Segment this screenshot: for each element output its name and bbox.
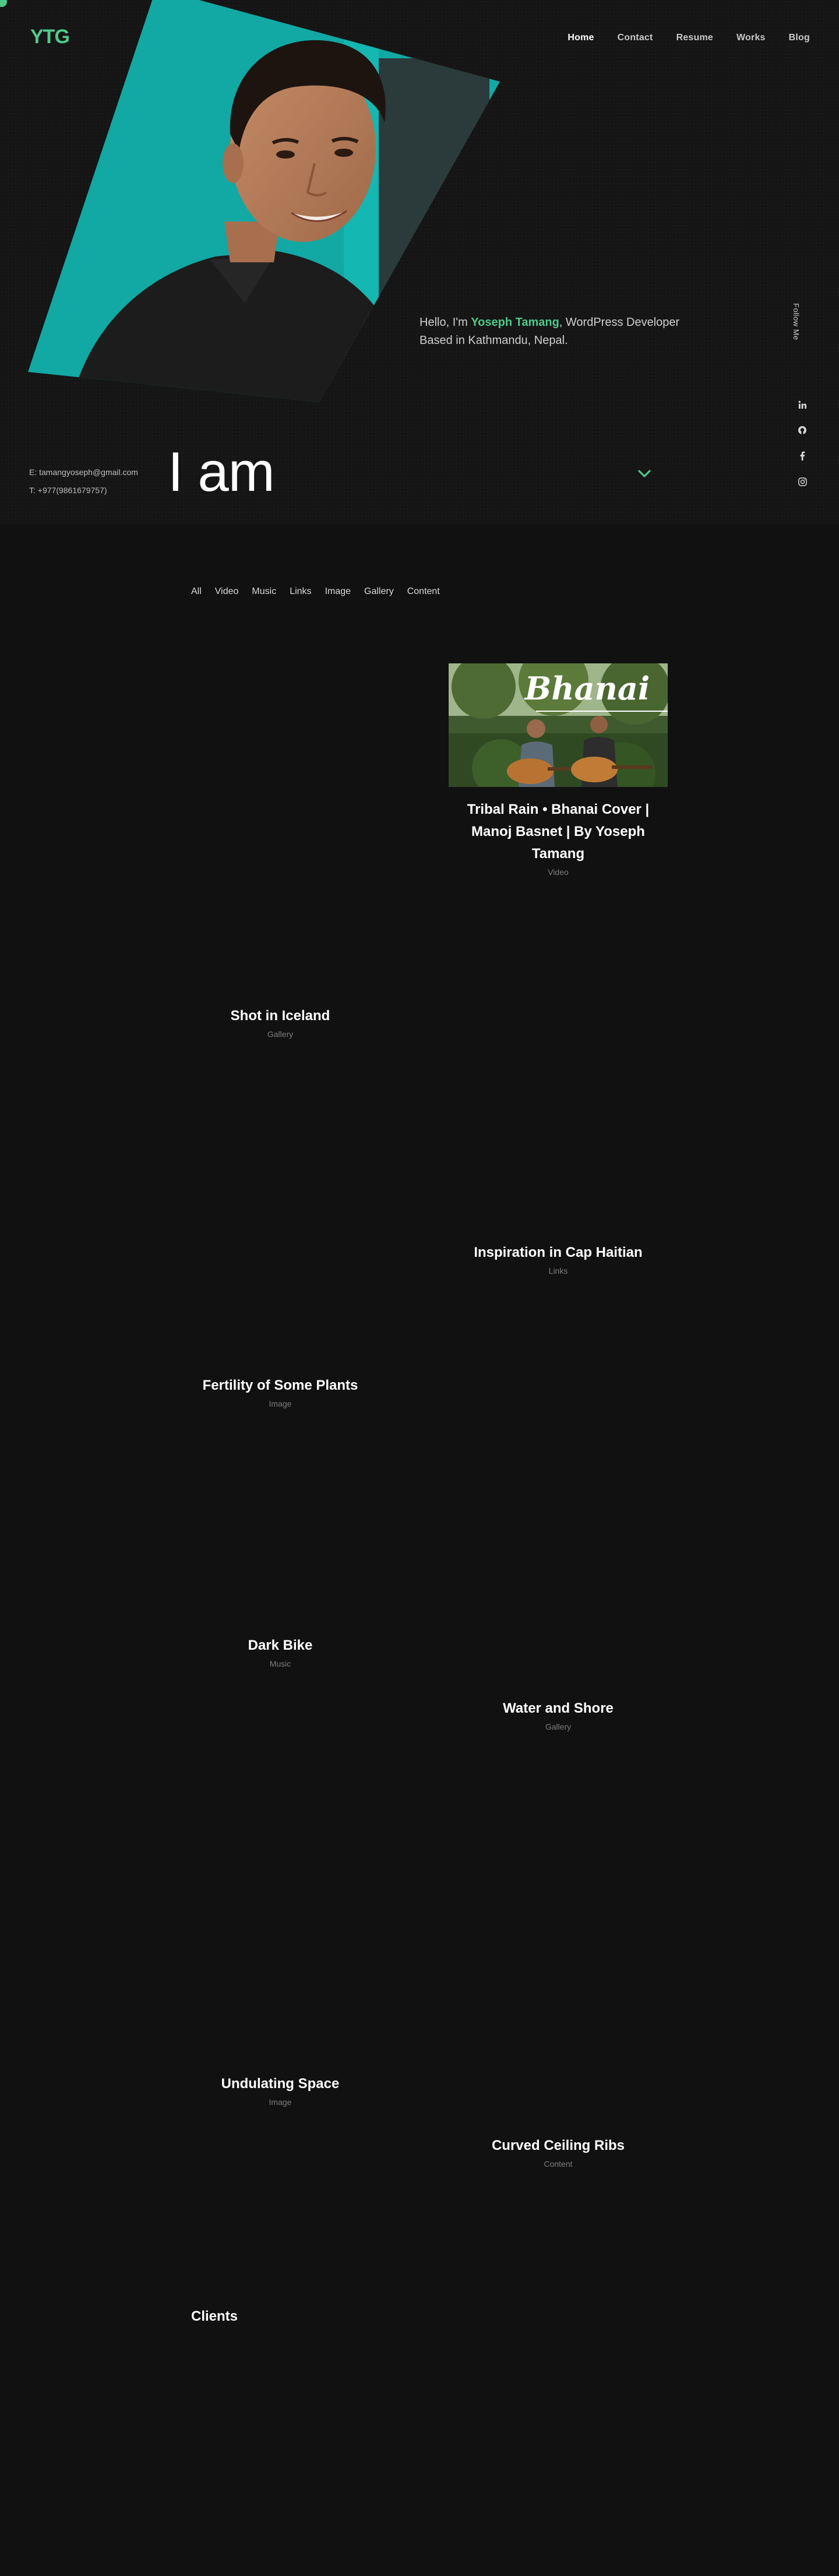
contact-phone[interactable]: T: +977(9861679757) [29, 482, 138, 500]
nav-works[interactable]: Works [736, 33, 766, 43]
portfolio-item[interactable]: Curved Ceiling Ribs Content [447, 2135, 669, 2169]
main-nav: Home Contact Resume Works Blog [567, 33, 810, 43]
filter-links[interactable]: Links [290, 586, 311, 597]
linkedin-icon[interactable] [797, 399, 808, 410]
filter-video[interactable]: Video [215, 586, 239, 597]
portfolio-thumbnail[interactable]: Bhanai [449, 663, 668, 787]
portfolio-item[interactable]: Undulating Space Image [170, 2073, 391, 2107]
portfolio-item[interactable]: Fertility of Some Plants Image [170, 1375, 391, 1408]
portfolio-item-category: Links [548, 1266, 568, 1275]
instagram-icon[interactable] [797, 476, 808, 487]
logo-text: YTG [30, 26, 70, 48]
hero-headline: I am [168, 441, 275, 503]
nav-contact[interactable]: Contact [618, 33, 653, 43]
nav-resume[interactable]: Resume [676, 33, 713, 43]
portfolio-item-title[interactable]: Undulating Space [170, 2073, 391, 2095]
portfolio-item-category: Video [548, 867, 569, 877]
intro-text: Hello, I'm Yoseph Tamang, WordPress Deve… [420, 314, 688, 350]
portfolio-item-title[interactable]: Tribal Rain • Bhanai Cover | Manoj Basne… [447, 799, 669, 865]
portfolio-item-title[interactable]: Inspiration in Cap Haitian [447, 1242, 669, 1264]
social-links [797, 399, 808, 487]
nav-home[interactable]: Home [567, 33, 594, 43]
portfolio-item-category: Content [544, 2159, 573, 2169]
intro-role: , WordPress Developer [559, 316, 680, 329]
filter-gallery[interactable]: Gallery [364, 586, 394, 597]
portfolio-item-category: Music [269, 1659, 291, 1668]
filter-music[interactable]: Music [252, 586, 276, 597]
portfolio-item[interactable]: Dark Bike Music [170, 1635, 391, 1668]
portfolio-item-category: Gallery [267, 1029, 294, 1039]
portfolio-item-category: Gallery [545, 1722, 572, 1731]
facebook-icon[interactable] [797, 451, 808, 461]
portfolio-item-title[interactable]: Fertility of Some Plants [170, 1375, 391, 1397]
site-logo[interactable]: YTG [30, 20, 70, 47]
portfolio-item[interactable]: Tribal Rain • Bhanai Cover | Manoj Basne… [447, 799, 669, 877]
intro-greeting: Hello, I'm [420, 316, 471, 329]
portfolio-item-title[interactable]: Shot in Iceland [170, 1005, 391, 1027]
portfolio-item[interactable]: Inspiration in Cap Haitian Links [447, 1242, 669, 1275]
filter-all[interactable]: All [191, 586, 202, 597]
hero-section: YTG Home Contact Resume Works Blog Hello… [0, 0, 839, 525]
portfolio-item-category: Image [269, 2097, 292, 2107]
filter-content[interactable]: Content [407, 586, 440, 597]
chevron-down-icon[interactable] [637, 469, 651, 479]
portfolio-item[interactable]: Shot in Iceland Gallery [170, 1005, 391, 1039]
contact-info: E: tamangyoseph@gmail.com T: +977(986167… [29, 463, 138, 500]
intro-name: Yoseph Tamang [471, 316, 559, 329]
nav-blog[interactable]: Blog [789, 33, 810, 43]
portfolio-item[interactable]: Water and Shore Gallery [447, 1698, 669, 1731]
contact-email[interactable]: E: tamangyoseph@gmail.com [29, 463, 138, 482]
portfolio-item-title[interactable]: Curved Ceiling Ribs [447, 2135, 669, 2157]
portfolio-filters: All Video Music Links Image Gallery Cont… [191, 586, 440, 597]
portfolio-item-title[interactable]: Dark Bike [170, 1635, 391, 1657]
clients-heading: Clients [191, 2308, 238, 2324]
follow-me-label: Follow Me [792, 303, 801, 340]
github-icon[interactable] [797, 425, 808, 435]
thumbnail-title: Bhanai [524, 670, 650, 707]
filter-image[interactable]: Image [325, 586, 351, 597]
portfolio-item-title[interactable]: Water and Shore [447, 1698, 669, 1720]
portfolio-item-category: Image [269, 1399, 292, 1408]
intro-location: Based in Kathmandu, Nepal. [420, 334, 568, 347]
